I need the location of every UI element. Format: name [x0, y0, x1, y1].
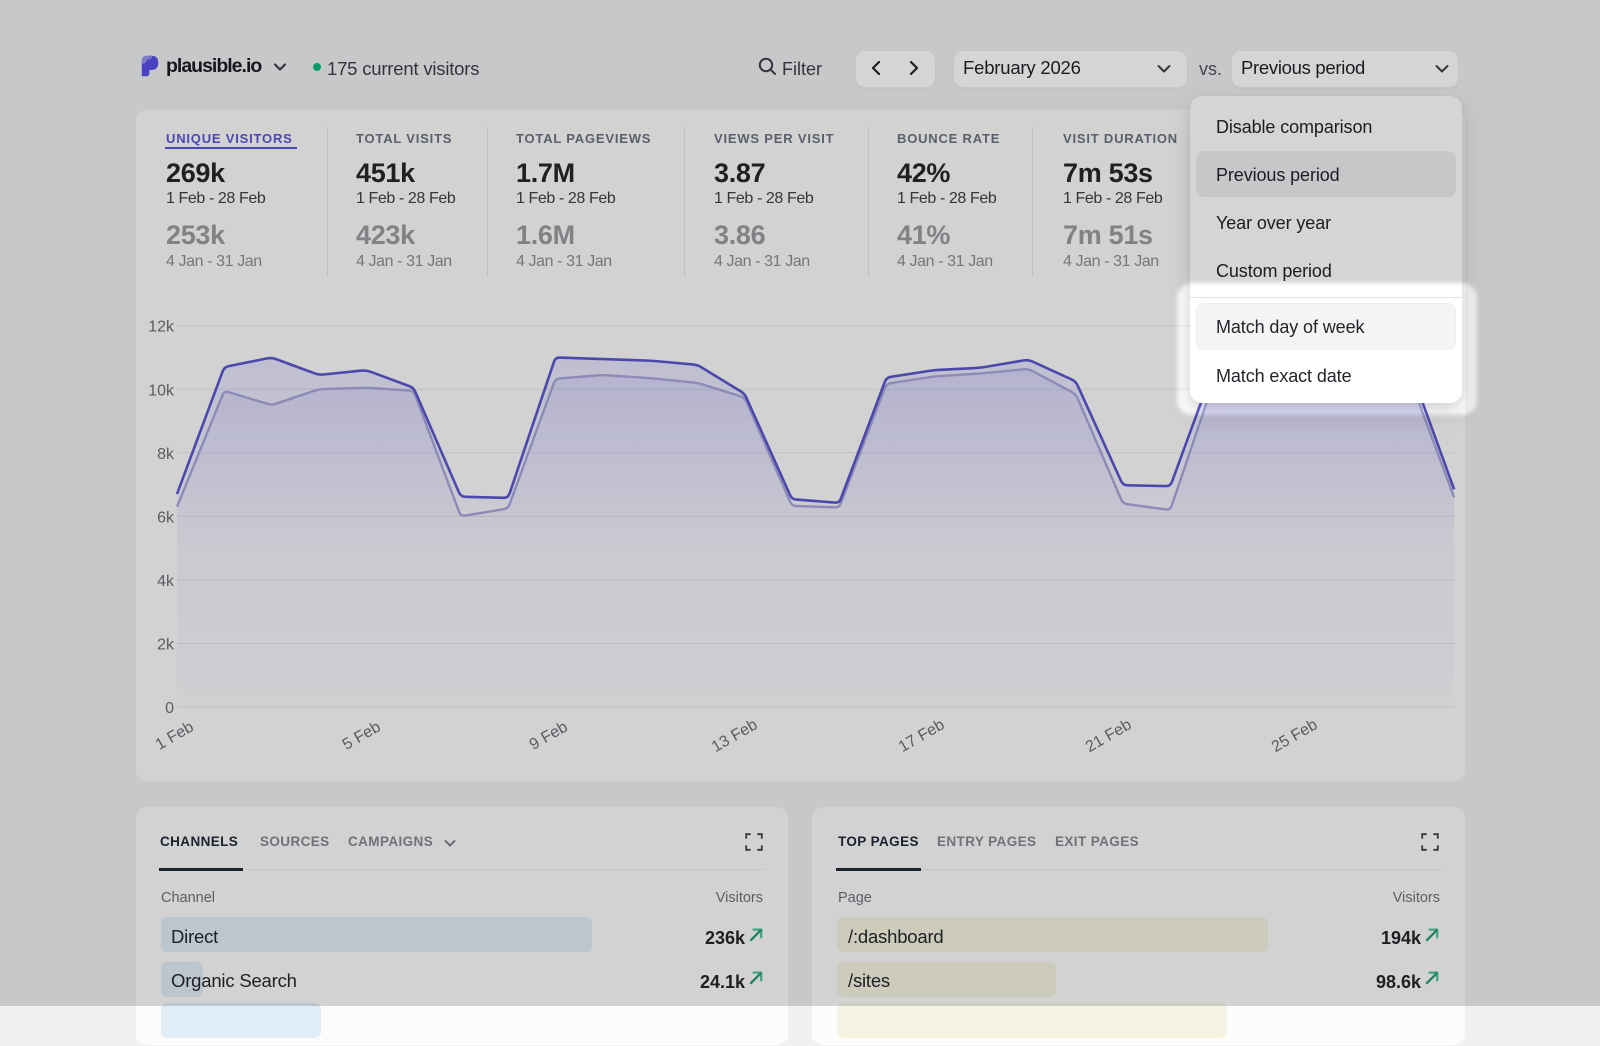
- svg-text:2k: 2k: [157, 637, 175, 654]
- svg-text:1 Feb: 1 Feb: [153, 718, 197, 753]
- svg-text:6k: 6k: [157, 509, 175, 526]
- svg-text:9 Feb: 9 Feb: [527, 718, 571, 753]
- svg-text:10k: 10k: [148, 382, 175, 399]
- svg-text:8k: 8k: [157, 446, 175, 463]
- svg-text:12k: 12k: [148, 319, 175, 336]
- svg-text:0: 0: [165, 700, 174, 717]
- svg-text:25 Feb: 25 Feb: [1269, 716, 1321, 756]
- svg-text:21 Feb: 21 Feb: [1083, 716, 1135, 756]
- svg-text:13 Feb: 13 Feb: [709, 716, 761, 756]
- svg-text:4k: 4k: [157, 573, 175, 590]
- svg-text:17 Feb: 17 Feb: [896, 716, 948, 756]
- svg-text:5 Feb: 5 Feb: [340, 718, 384, 753]
